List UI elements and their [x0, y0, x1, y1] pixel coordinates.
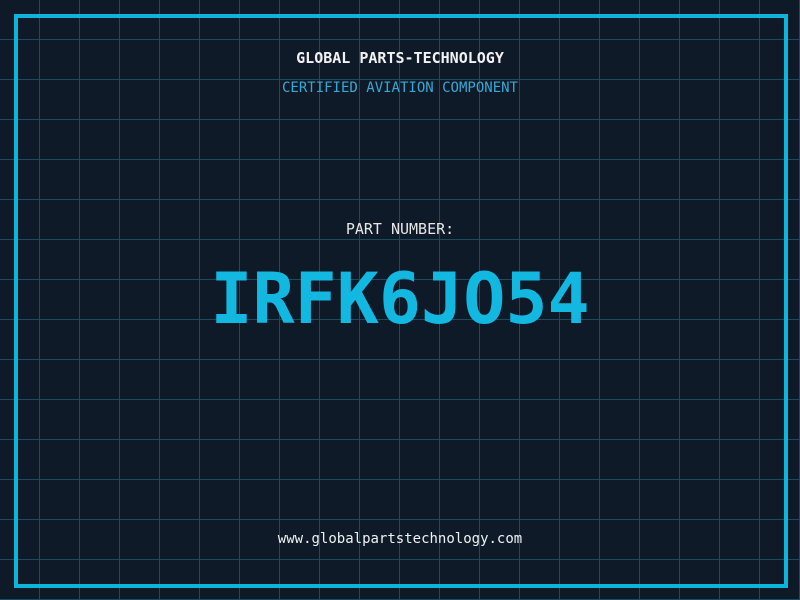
website-url: www.globalpartstechnology.com [277, 531, 523, 547]
part-number-label: PART NUMBER: [345, 220, 455, 238]
part-number-value: IRFK6JO54 [210, 258, 590, 340]
brand-title: GLOBAL PARTS-TECHNOLOGY [296, 49, 504, 67]
part-label-page: { "label": { "title": "GLOBAL PARTS-TECH… [0, 0, 800, 600]
certification-subtitle: CERTIFIED AVIATION COMPONENT [281, 80, 518, 96]
